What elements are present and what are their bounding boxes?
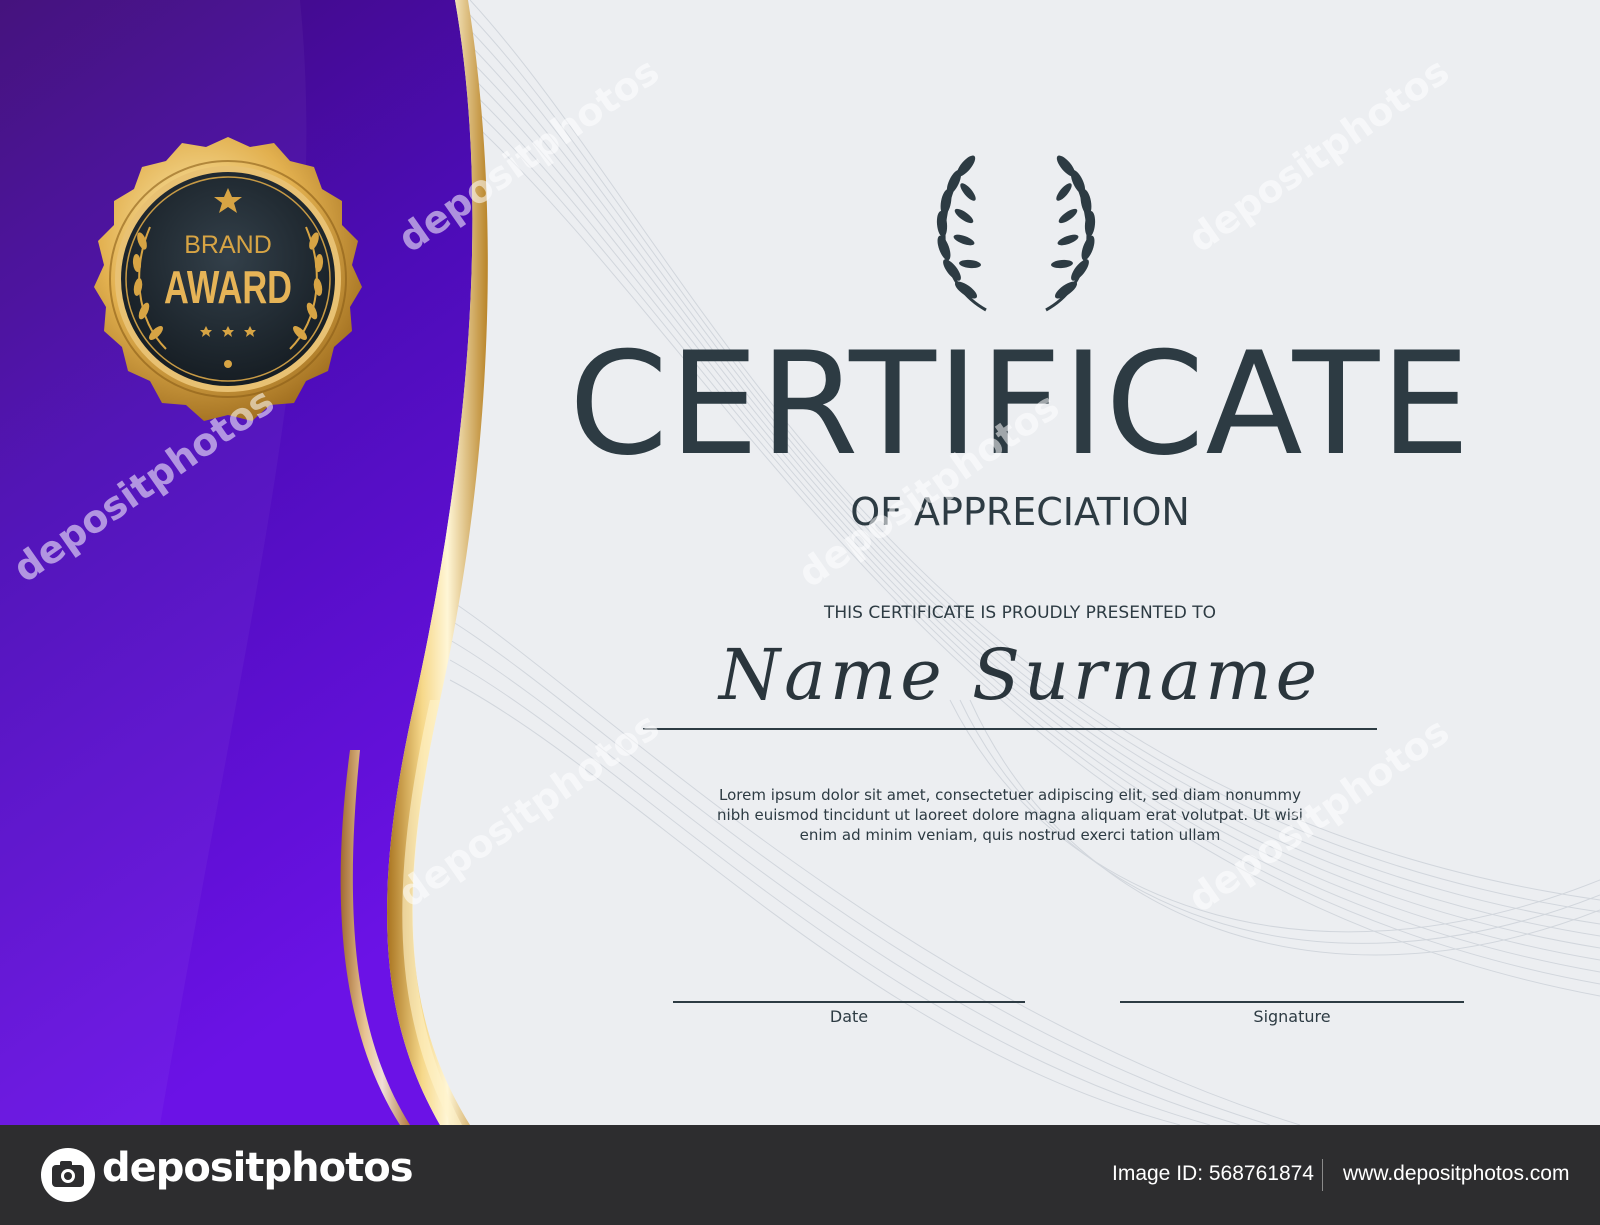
signature-line [1120, 1001, 1464, 1003]
presented-to-text: THIS CERTIFICATE IS PROUDLY PRESENTED TO [823, 603, 1217, 623]
image-id: Image ID: 568761874 [1112, 1162, 1314, 1185]
certificate-background-art: BRAND AWARD [0, 0, 1600, 1125]
signature-label: Signature [1253, 1007, 1331, 1026]
name-underline [643, 728, 1377, 730]
certificate-title: CERTIFICATE [568, 322, 1472, 487]
certificate-body-text: Lorem ipsum dolor sit amet, consectetuer… [717, 786, 1303, 844]
stock-image-page: BRAND AWARD CERTIFICATE OF APPRECIATION … [0, 0, 1600, 1225]
brand-logo-text[interactable]: depositphotos [102, 1145, 414, 1191]
certificate: BRAND AWARD CERTIFICATE OF APPRECIATION … [0, 0, 1600, 1125]
date-line [673, 1001, 1025, 1003]
certificate-subtitle: OF APPRECIATION [850, 490, 1190, 534]
camera-logo-icon [41, 1148, 95, 1202]
badge-line1: BRAND [184, 231, 272, 259]
site-url-link[interactable]: www.depositphotos.com [1343, 1162, 1569, 1186]
footer-divider [1322, 1159, 1323, 1191]
date-label: Date [829, 1007, 869, 1026]
badge-line2: AWARD [164, 261, 292, 313]
stock-footer-bar: depositphotos Image ID: 568761874 www.de… [0, 1125, 1600, 1225]
recipient-name: Name Surname [718, 634, 1322, 716]
